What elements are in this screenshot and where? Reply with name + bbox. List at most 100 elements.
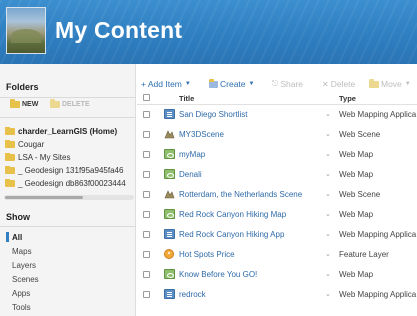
filter-apps[interactable]: Apps xyxy=(12,289,30,298)
delete-folder-icon xyxy=(50,99,60,108)
table-row[interactable]: San Diego Shortlist ⌄ Web Mapping Applic… xyxy=(137,105,417,125)
chevron-down-icon[interactable]: ⌄ xyxy=(325,250,331,258)
folder-icon xyxy=(5,140,15,148)
web-app-icon xyxy=(164,109,175,119)
add-item-button[interactable]: + Add Item ▼ xyxy=(141,78,191,90)
add-item-label: + Add Item xyxy=(141,79,182,89)
item-type: Web Mapping Applica xyxy=(339,230,417,239)
create-button[interactable]: Create ▼ xyxy=(209,78,254,90)
item-type: Web Map xyxy=(339,150,374,159)
column-type[interactable]: Type xyxy=(339,94,356,103)
folder-label: LSA - My Sites xyxy=(18,153,71,162)
move-label: Move xyxy=(381,79,402,89)
item-type: Web Map xyxy=(339,210,374,219)
table-row[interactable]: MY3DScene ⌄ Web Scene xyxy=(137,125,417,145)
share-icon: ⎋ xyxy=(272,79,279,88)
web-map-icon xyxy=(164,269,175,279)
chevron-down-icon[interactable]: ⌄ xyxy=(325,110,331,118)
item-type: Web Map xyxy=(339,170,374,179)
table-row[interactable]: Hot Spots Price ⌄ Feature Layer xyxy=(137,245,417,265)
feature-layer-icon xyxy=(164,249,174,259)
folders-heading: Folders xyxy=(6,82,39,92)
filter-maps[interactable]: Maps xyxy=(12,247,32,256)
web-map-icon xyxy=(164,169,175,179)
row-checkbox[interactable] xyxy=(143,171,150,178)
folder-item-geodesign-2[interactable]: _ Geodesign db863f00023444 xyxy=(5,179,135,188)
chevron-down-icon[interactable]: ⌄ xyxy=(325,230,331,238)
item-title[interactable]: Rotterdam, the Netherlands Scene xyxy=(179,190,319,199)
row-checkbox[interactable] xyxy=(143,191,150,198)
filter-tools[interactable]: Tools xyxy=(12,303,31,312)
row-checkbox[interactable] xyxy=(143,231,150,238)
filter-all[interactable]: All xyxy=(12,233,22,242)
folder-list-scrollbar[interactable] xyxy=(4,195,134,200)
folder-item-geodesign-1[interactable]: _ Geodesign 131f95a945fa46 xyxy=(5,166,135,175)
create-icon xyxy=(209,78,218,88)
item-title[interactable]: myMap xyxy=(179,150,319,159)
move-folder-icon xyxy=(369,78,379,88)
table-row[interactable]: Red Rock Canyon Hiking Map ⌄ Web Map xyxy=(137,205,417,225)
share-label: Share xyxy=(280,79,304,89)
table-row[interactable]: Rotterdam, the Netherlands Scene ⌄ Web S… xyxy=(137,185,417,205)
select-all-checkbox[interactable] xyxy=(143,94,150,101)
new-folder-button[interactable]: NEW xyxy=(10,99,39,108)
create-label: Create xyxy=(220,79,246,89)
chevron-down-icon[interactable]: ⌄ xyxy=(325,150,331,158)
row-checkbox[interactable] xyxy=(143,131,150,138)
item-type: Web Mapping Applica xyxy=(339,110,417,119)
row-checkbox[interactable] xyxy=(143,251,150,258)
chevron-down-icon[interactable]: ⌄ xyxy=(325,290,331,298)
row-checkbox[interactable] xyxy=(143,291,150,298)
active-filter-indicator xyxy=(6,232,9,242)
item-type: Web Map xyxy=(339,270,374,279)
folder-label: Cougar xyxy=(18,140,45,149)
item-title[interactable]: Hot Spots Price xyxy=(179,250,319,259)
folder-icon xyxy=(5,127,15,135)
scrollbar-thumb[interactable] xyxy=(5,196,83,199)
delete-folder-label: DELETE xyxy=(62,101,90,108)
chevron-down-icon[interactable]: ⌄ xyxy=(325,190,331,198)
item-title[interactable]: Red Rock Canyon Hiking App xyxy=(179,230,319,239)
column-title[interactable]: Title xyxy=(179,94,194,103)
header-banner: My Content xyxy=(0,0,417,64)
page-title: My Content xyxy=(55,17,183,43)
delete-button[interactable]: ✕ Delete xyxy=(322,78,355,90)
move-button[interactable]: Move ▼ xyxy=(369,78,411,90)
folder-item-home[interactable]: charder_LearnGIS (Home) xyxy=(5,127,135,136)
table-row[interactable]: myMap ⌄ Web Map xyxy=(137,145,417,165)
item-title[interactable]: Red Rock Canyon Hiking Map xyxy=(179,210,319,219)
profile-thumbnail[interactable] xyxy=(6,7,46,54)
item-title[interactable]: redrock xyxy=(179,290,319,299)
item-title[interactable]: Denali xyxy=(179,170,319,179)
share-button[interactable]: ⎋ Share xyxy=(272,78,303,90)
web-map-icon xyxy=(164,149,175,159)
table-row[interactable]: Know Before You GO! ⌄ Web Map xyxy=(137,265,417,285)
item-type: Feature Layer xyxy=(339,250,389,259)
filter-scenes[interactable]: Scenes xyxy=(12,275,39,284)
folder-item-lsa[interactable]: LSA - My Sites xyxy=(5,153,135,162)
row-checkbox[interactable] xyxy=(143,111,150,118)
item-title[interactable]: Know Before You GO! xyxy=(179,270,319,279)
row-checkbox[interactable] xyxy=(143,271,150,278)
item-type: Web Scene xyxy=(339,190,381,199)
row-checkbox[interactable] xyxy=(143,151,150,158)
web-app-icon xyxy=(164,289,175,299)
folder-item-cougar[interactable]: Cougar xyxy=(5,140,135,149)
item-title[interactable]: MY3DScene xyxy=(179,130,319,139)
filter-layers[interactable]: Layers xyxy=(12,261,36,270)
chevron-down-icon[interactable]: ⌄ xyxy=(325,130,331,138)
chevron-down-icon: ▼ xyxy=(248,81,255,87)
delete-folder-button[interactable]: DELETE xyxy=(50,99,90,108)
chevron-down-icon[interactable]: ⌄ xyxy=(325,170,331,178)
folder-icon xyxy=(5,166,15,174)
show-heading: Show xyxy=(6,212,30,222)
row-checkbox[interactable] xyxy=(143,211,150,218)
item-type: Web Scene xyxy=(339,130,381,139)
table-row[interactable]: Red Rock Canyon Hiking App ⌄ Web Mapping… xyxy=(137,225,417,245)
new-folder-label: NEW xyxy=(22,101,39,108)
table-row[interactable]: redrock ⌄ Web Mapping Applica xyxy=(137,285,417,305)
item-title[interactable]: San Diego Shortlist xyxy=(179,110,319,119)
table-row[interactable]: Denali ⌄ Web Map xyxy=(137,165,417,185)
chevron-down-icon[interactable]: ⌄ xyxy=(325,270,331,278)
chevron-down-icon[interactable]: ⌄ xyxy=(325,210,331,218)
